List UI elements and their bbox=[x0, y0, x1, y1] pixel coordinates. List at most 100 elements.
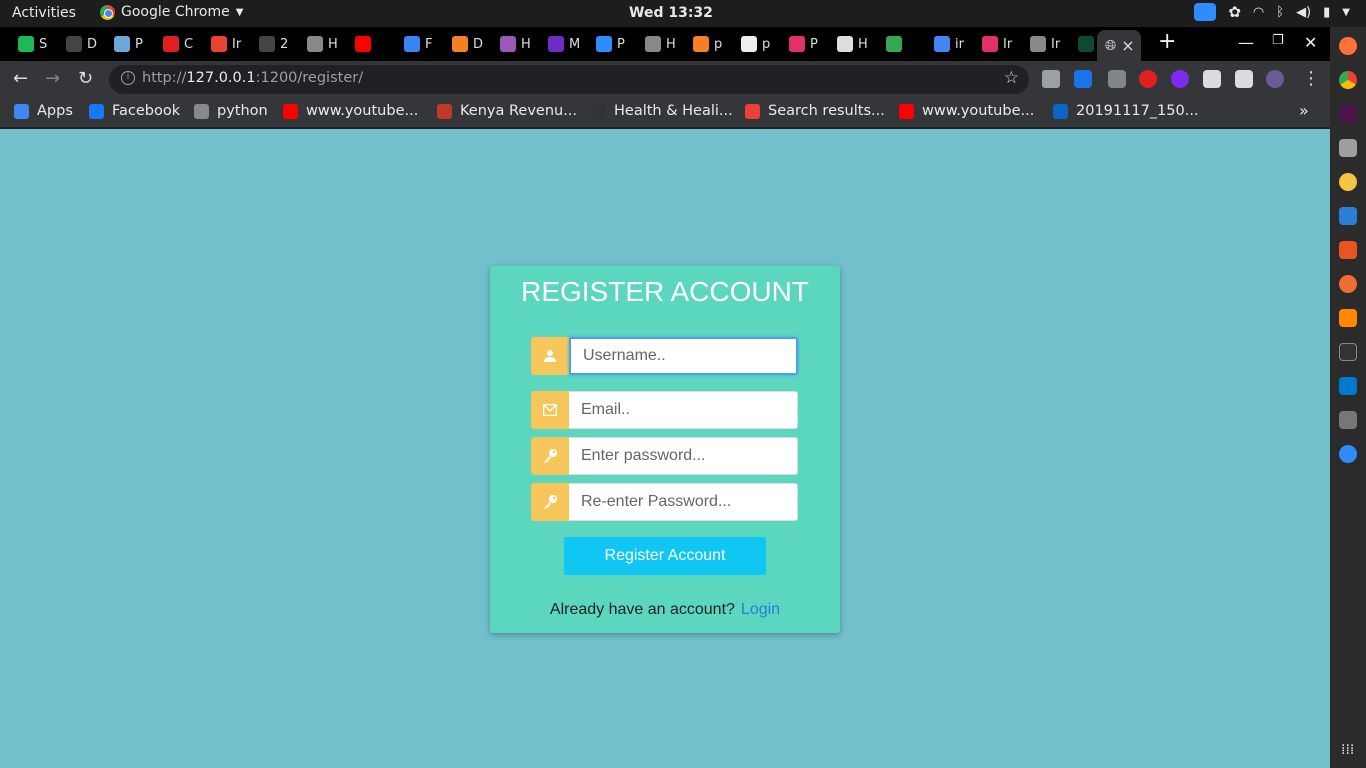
firefox-icon[interactable] bbox=[1339, 37, 1357, 55]
tab-favicon-icon bbox=[1078, 36, 1094, 52]
download-extension-icon[interactable] bbox=[1074, 70, 1092, 88]
tab-close-icon[interactable]: × bbox=[1121, 36, 1134, 55]
reload-icon[interactable]: ↻ bbox=[78, 68, 93, 89]
tab[interactable]: ir bbox=[934, 31, 964, 57]
close-window-button[interactable]: ✕ bbox=[1304, 33, 1317, 52]
slack-icon[interactable] bbox=[1339, 105, 1357, 123]
wifi-icon[interactable]: ◠ bbox=[1253, 5, 1264, 20]
media-control-icon[interactable] bbox=[1235, 70, 1253, 88]
tab[interactable]: H bbox=[500, 31, 531, 57]
compass-icon[interactable] bbox=[1339, 275, 1357, 293]
tab-favicon-icon bbox=[114, 36, 130, 52]
battery-icon[interactable]: ▮ bbox=[1323, 5, 1330, 20]
password-input[interactable] bbox=[569, 437, 798, 475]
envelope-icon bbox=[531, 391, 569, 429]
app-menu[interactable]: Google Chrome ▼ bbox=[100, 4, 243, 20]
tab[interactable]: D bbox=[66, 31, 97, 57]
chrome-menu-icon[interactable]: ⋮ bbox=[1302, 68, 1320, 89]
ubuntu-dock: ⁞⁞⁞ bbox=[1330, 27, 1366, 768]
username-row bbox=[531, 337, 798, 375]
files-icon[interactable] bbox=[1339, 139, 1357, 157]
zoom-icon[interactable] bbox=[1194, 3, 1217, 21]
back-icon[interactable]: ← bbox=[13, 68, 28, 89]
chevron-down-icon[interactable]: ▼ bbox=[1342, 7, 1350, 18]
bookmark-item[interactable]: python bbox=[194, 103, 268, 119]
tab[interactable]: Ir bbox=[1030, 31, 1060, 57]
vscode-icon[interactable] bbox=[1339, 377, 1357, 395]
info-icon[interactable]: i bbox=[121, 71, 135, 85]
maximize-button[interactable]: ❐ bbox=[1272, 33, 1284, 48]
status-icon[interactable]: ✿ bbox=[1228, 3, 1241, 21]
bookmark-item[interactable]: Kenya Revenu... bbox=[437, 103, 577, 119]
tab[interactable]: 2 bbox=[259, 31, 288, 57]
tab[interactable]: p bbox=[693, 31, 722, 57]
chrome-dock-icon[interactable] bbox=[1339, 71, 1357, 89]
pen-extension-icon[interactable] bbox=[1108, 70, 1126, 88]
hand-extension-icon[interactable] bbox=[1139, 70, 1157, 88]
bookmark-item[interactable]: Search results... bbox=[745, 103, 885, 119]
tab[interactable]: D bbox=[452, 31, 483, 57]
bookmark-star-icon[interactable]: ☆ bbox=[1004, 68, 1019, 88]
tab[interactable]: Ir bbox=[211, 31, 241, 57]
system-tray[interactable]: ✿ ◠ ᛒ ◀) ▮ ▼ bbox=[1194, 3, 1350, 21]
tab-favicon-icon bbox=[982, 36, 998, 52]
terminal-icon[interactable] bbox=[1339, 343, 1357, 361]
tab-favicon-icon bbox=[66, 36, 82, 52]
bookmark-item[interactable]: Apps bbox=[14, 103, 73, 119]
purple-extension-icon[interactable] bbox=[1171, 70, 1189, 88]
vlc-icon[interactable] bbox=[1339, 309, 1357, 327]
login-link[interactable]: Login bbox=[741, 601, 780, 618]
bookmark-item[interactable]: Facebook bbox=[89, 103, 180, 119]
tab-label: F bbox=[425, 36, 433, 52]
tab[interactable]: P bbox=[596, 31, 625, 57]
screenshot-extension-icon[interactable] bbox=[1042, 70, 1060, 88]
username-input[interactable] bbox=[569, 337, 798, 375]
tab-active[interactable]: 🌐︎ × bbox=[1097, 30, 1141, 61]
tab-favicon-icon bbox=[837, 36, 853, 52]
address-bar[interactable]: i http://127.0.0.1:1200/register/ ☆ bbox=[109, 65, 1029, 94]
zoom-dock-icon[interactable] bbox=[1339, 445, 1357, 463]
confirm-password-input[interactable] bbox=[569, 483, 798, 521]
profile-avatar[interactable] bbox=[1266, 70, 1284, 88]
bookmark-item[interactable]: www.youtube... bbox=[899, 103, 1034, 119]
activities-button[interactable]: Activities bbox=[12, 5, 76, 21]
tab[interactable]: p bbox=[741, 31, 770, 57]
forward-icon[interactable]: → bbox=[45, 68, 60, 89]
clock[interactable]: Wed 13:32 bbox=[629, 5, 713, 21]
tab[interactable]: M bbox=[548, 31, 580, 57]
tab[interactable]: C bbox=[163, 31, 193, 57]
libreoffice-writer-icon[interactable] bbox=[1339, 207, 1357, 225]
tab[interactable] bbox=[355, 31, 376, 57]
tab-favicon-icon bbox=[452, 36, 468, 52]
scanner-icon[interactable] bbox=[1339, 411, 1357, 429]
url-text[interactable]: http://127.0.0.1:1200/register/ bbox=[142, 70, 363, 86]
register-button[interactable]: Register Account bbox=[564, 537, 766, 575]
globe-icon: 🌐︎ bbox=[1105, 37, 1117, 54]
system-top-bar: Activities Google Chrome ▼ Wed 13:32 ✿ ◠… bbox=[0, 0, 1366, 27]
software-center-icon[interactable] bbox=[1339, 241, 1357, 259]
tab[interactable]: F bbox=[404, 31, 432, 57]
bluetooth-icon[interactable]: ᛒ bbox=[1276, 5, 1284, 20]
tab[interactable]: H bbox=[837, 31, 868, 57]
bookmark-item[interactable]: www.youtube... bbox=[283, 103, 418, 119]
tab[interactable]: H bbox=[307, 31, 338, 57]
tab[interactable] bbox=[886, 31, 907, 57]
bookmark-item[interactable]: Health & Heali... bbox=[591, 103, 733, 119]
chevron-down-icon: ▼ bbox=[235, 6, 244, 18]
tab[interactable]: Ir bbox=[982, 31, 1012, 57]
tab[interactable]: P bbox=[114, 31, 143, 57]
new-tab-button[interactable]: + bbox=[1158, 29, 1176, 54]
minimize-button[interactable]: — bbox=[1238, 33, 1254, 52]
puzzle-extensions-icon[interactable] bbox=[1203, 70, 1221, 88]
rhythmbox-icon[interactable] bbox=[1339, 173, 1357, 191]
tab[interactable]: S bbox=[18, 31, 47, 57]
bookmarks-overflow-button[interactable]: » bbox=[1299, 101, 1309, 120]
volume-icon[interactable]: ◀) bbox=[1296, 5, 1311, 20]
tab[interactable]: P bbox=[789, 31, 818, 57]
tab-label: P bbox=[617, 36, 625, 52]
password-row bbox=[531, 437, 798, 475]
show-applications-icon[interactable]: ⁞⁞⁞ bbox=[1341, 742, 1354, 758]
email-input[interactable] bbox=[569, 391, 798, 429]
tab[interactable]: H bbox=[645, 31, 676, 57]
bookmark-item[interactable]: 20191117_150... bbox=[1053, 103, 1199, 119]
